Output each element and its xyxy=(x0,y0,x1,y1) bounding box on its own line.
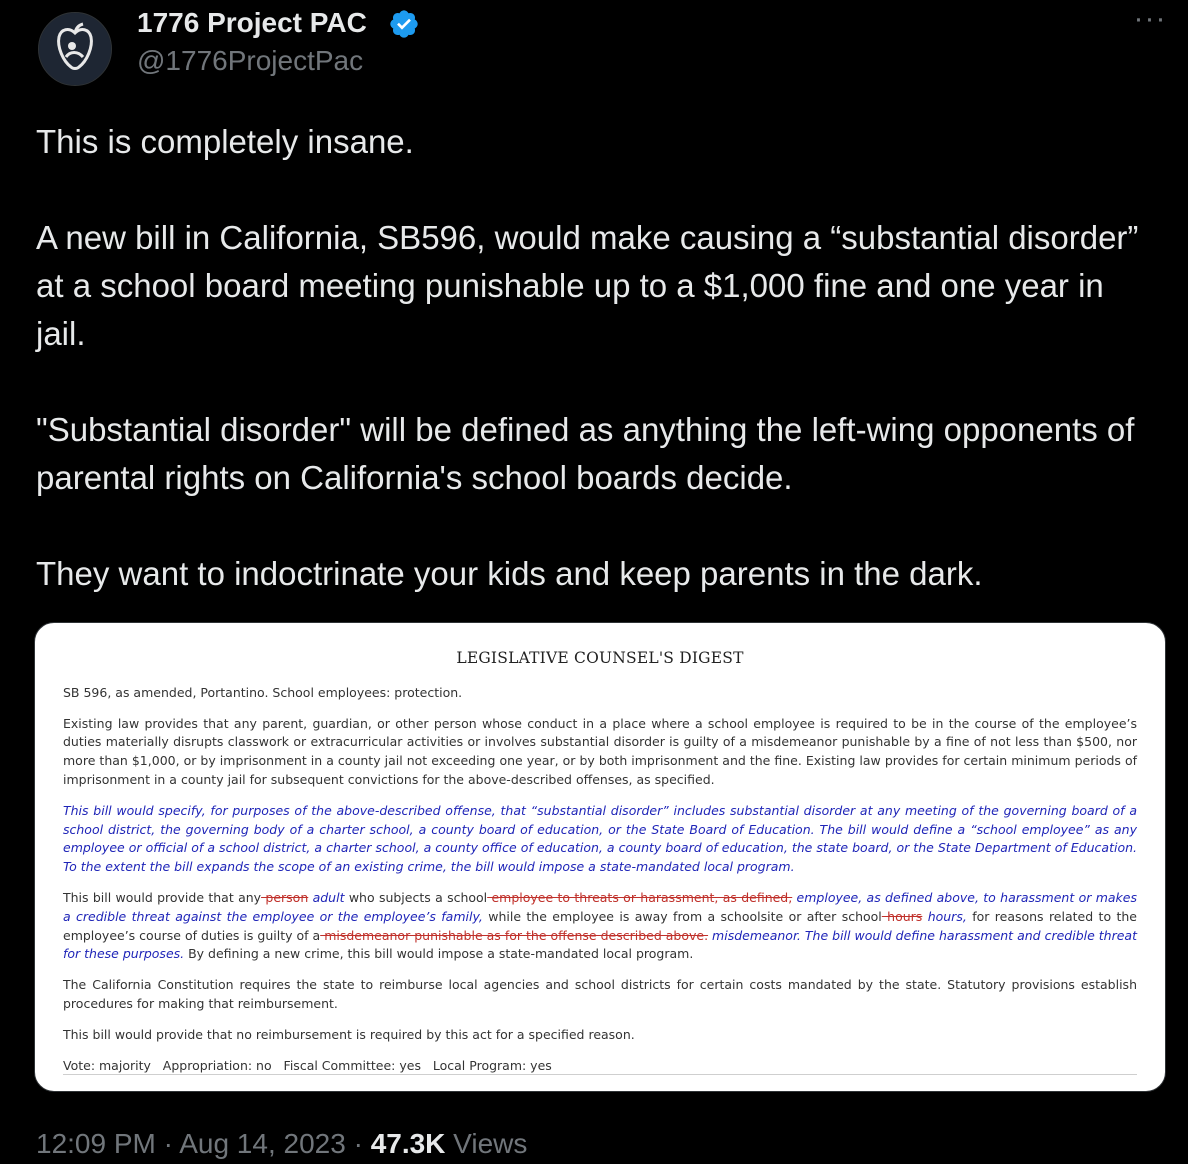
author-handle[interactable]: @1776ProjectPac xyxy=(137,44,363,78)
plain-text: who subjects a school xyxy=(344,889,488,905)
document-title: LEGISLATIVE COUNSEL'S DIGEST xyxy=(456,649,744,667)
document-votes: Vote: majority Appropriation: no Fiscal … xyxy=(63,1057,552,1073)
deleted-text: person xyxy=(261,889,309,905)
tweet-image[interactable]: LEGISLATIVE COUNSEL'S DIGEST SB 596, as … xyxy=(34,622,1166,1092)
document-paragraph-constitution: The California Constitution requires the… xyxy=(63,977,1137,1011)
avatar[interactable] xyxy=(38,12,112,86)
author-name[interactable]: 1776 Project PAC xyxy=(137,6,367,40)
legislative-digest-document: LEGISLATIVE COUNSEL'S DIGEST SB 596, as … xyxy=(63,641,1137,1087)
document-heading: SB 596, as amended, Portantino. School e… xyxy=(63,684,463,700)
plain-text: while the employee is away from a school… xyxy=(482,908,882,924)
document-paragraph-bill-specify: This bill would specify, for purposes of… xyxy=(63,802,1137,875)
views-label: Views xyxy=(445,1128,528,1159)
deleted-text: misdemeanor punishable as for the offens… xyxy=(320,927,709,943)
tweet-time[interactable]: 12:09 PM xyxy=(36,1128,156,1159)
document-paragraph-reimbursement: This bill would provide that no reimburs… xyxy=(63,1026,635,1042)
views-count[interactable]: 47.3K xyxy=(371,1128,446,1159)
deleted-text: employee to threats or harassment, as de… xyxy=(487,889,793,905)
inserted-text: hours, xyxy=(922,908,967,924)
separator: · xyxy=(155,1128,180,1159)
verified-badge-icon xyxy=(390,10,418,38)
plain-text: This bill would provide that any xyxy=(63,889,262,905)
more-options-icon[interactable]: ··· xyxy=(1128,4,1172,40)
document-paragraph-existing-law: Existing law provides that any parent, g… xyxy=(63,715,1137,787)
document-divider xyxy=(63,1074,1137,1075)
tweet-meta: 12:09 PM · Aug 14, 2023 · 47.3K Views xyxy=(36,1126,527,1162)
inserted-text: adult xyxy=(308,889,345,905)
tweet-date[interactable]: Aug 14, 2023 xyxy=(179,1128,346,1159)
separator: · xyxy=(345,1128,371,1159)
deleted-text: hours xyxy=(881,908,923,924)
tweet-text: This is completely insane. A new bill in… xyxy=(36,123,1139,592)
plain-text: By defining a new crime, this bill would… xyxy=(184,946,694,962)
apple-logo-icon xyxy=(39,13,111,85)
document-paragraph-amendments: This bill would provide that any person … xyxy=(63,889,1137,964)
